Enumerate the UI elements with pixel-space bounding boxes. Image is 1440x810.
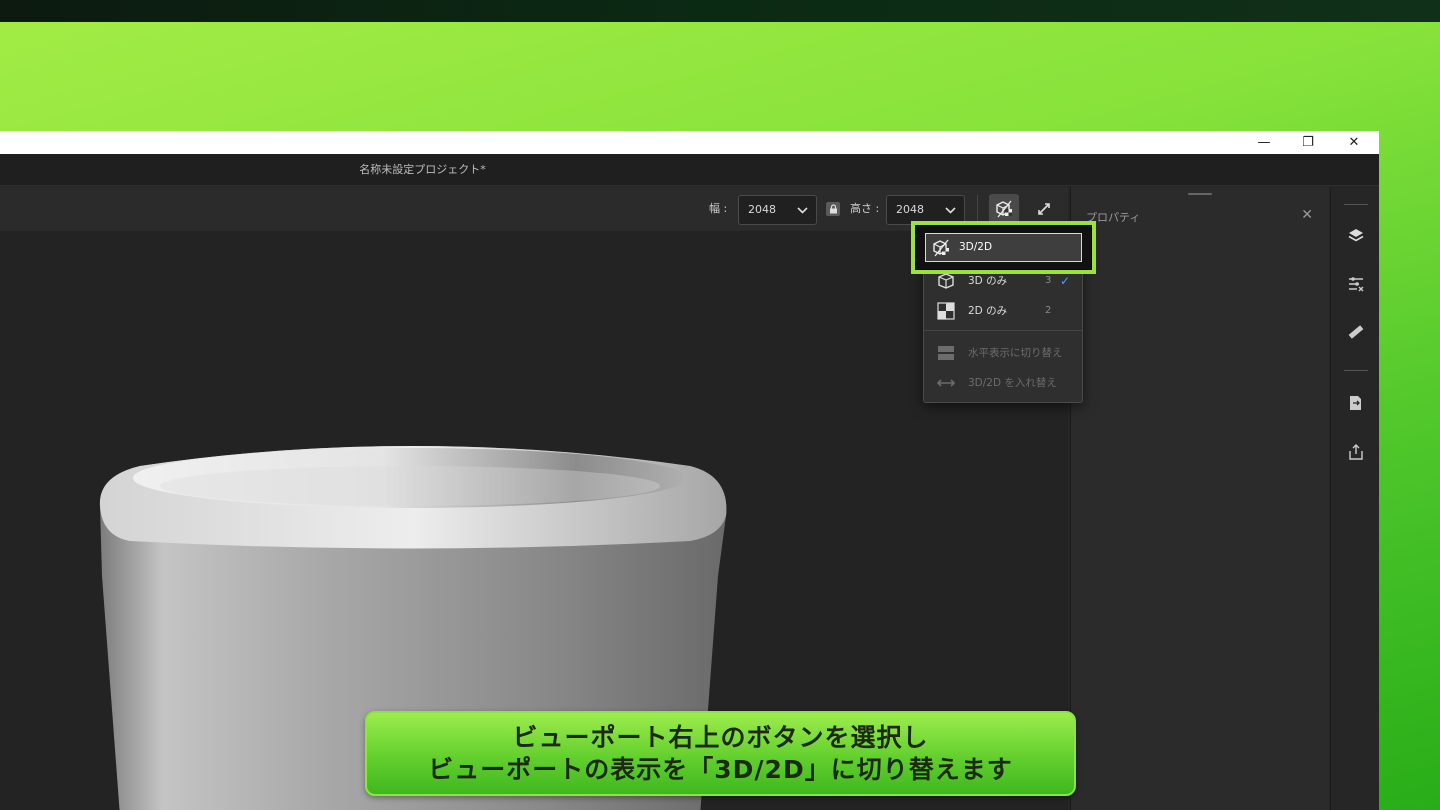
- width-value: 2048: [748, 203, 776, 216]
- rail-divider: [1344, 370, 1368, 371]
- rail-divider: [1344, 204, 1368, 205]
- app-window: — ❐ ✕ 名称未設定プロジェクト* 幅 : 2048 高さ : 2048 プロ…: [0, 131, 1379, 810]
- measure-icon[interactable]: [1341, 317, 1371, 347]
- adjustments-icon[interactable]: [1341, 269, 1371, 299]
- menu-item-label: 3D/2D を入れ替え: [968, 377, 1057, 389]
- share-icon[interactable]: [1341, 437, 1371, 467]
- view-mode-button[interactable]: [989, 194, 1019, 224]
- app-titlebar: 名称未設定プロジェクト*: [0, 154, 1379, 186]
- horizontal-split-icon: [937, 344, 955, 362]
- menu-item-label: 水平表示に切り替え: [968, 347, 1063, 359]
- width-label: 幅 :: [709, 202, 728, 215]
- fullscreen-button[interactable]: [1029, 194, 1059, 224]
- caption-line-1: ビューポート右上のボタンを選択し: [512, 722, 929, 752]
- viewport-toolbar: 幅 : 2048 高さ : 2048: [0, 187, 1068, 231]
- aspect-lock-icon[interactable]: [826, 202, 840, 216]
- menu-item-label: 3D/2D: [959, 241, 993, 253]
- menu-item-horizontal-view: 水平表示に切り替え: [924, 338, 1082, 368]
- menu-item-label: 2D のみ: [968, 305, 1008, 317]
- layers-icon[interactable]: [1341, 221, 1371, 251]
- chevron-down-icon: [945, 196, 956, 224]
- menu-item-2d-only[interactable]: 2D のみ 2: [924, 296, 1082, 326]
- export-document-icon[interactable]: [1341, 388, 1371, 418]
- menu-divider: [924, 330, 1082, 331]
- restore-button[interactable]: ❐: [1285, 131, 1331, 154]
- right-icon-rail: [1330, 187, 1379, 810]
- close-icon[interactable]: ✕: [1301, 207, 1313, 223]
- properties-panel: プロパティ ✕: [1070, 187, 1329, 810]
- desktop-top-bar: [0, 0, 1440, 22]
- height-label: 高さ :: [850, 202, 880, 215]
- menu-item-3d-2d-highlighted[interactable]: 3D/2D: [925, 233, 1082, 262]
- caption-line-2: ビューポートの表示を「3D/2D」に切り替えます: [428, 754, 1013, 784]
- chevron-down-icon: [797, 196, 808, 224]
- swap-icon: [936, 374, 956, 392]
- close-window-button[interactable]: ✕: [1331, 131, 1377, 154]
- 2d-checker-icon: [937, 302, 955, 320]
- minimize-button[interactable]: —: [1241, 131, 1287, 154]
- menu-item-shortcut: 2: [1045, 305, 1052, 316]
- tutorial-caption: ビューポート右上のボタンを選択し ビューポートの表示を「3D/2D」に切り替えま…: [365, 711, 1076, 796]
- highlight-frame: 3D/2D: [911, 221, 1096, 274]
- height-value: 2048: [896, 203, 924, 216]
- 3d-2d-icon: [931, 238, 951, 258]
- 3d-2d-icon: [996, 200, 1012, 218]
- panel-grab-handle[interactable]: [1188, 193, 1212, 195]
- expand-icon: [1038, 203, 1050, 215]
- menu-item-swap-3d-2d: 3D/2D を入れ替え: [924, 368, 1082, 398]
- project-title: 名称未設定プロジェクト*: [359, 163, 486, 176]
- window-titlebar: — ❐ ✕: [0, 131, 1379, 154]
- width-select[interactable]: 2048: [738, 195, 817, 225]
- 3d-cube-icon: [937, 272, 955, 290]
